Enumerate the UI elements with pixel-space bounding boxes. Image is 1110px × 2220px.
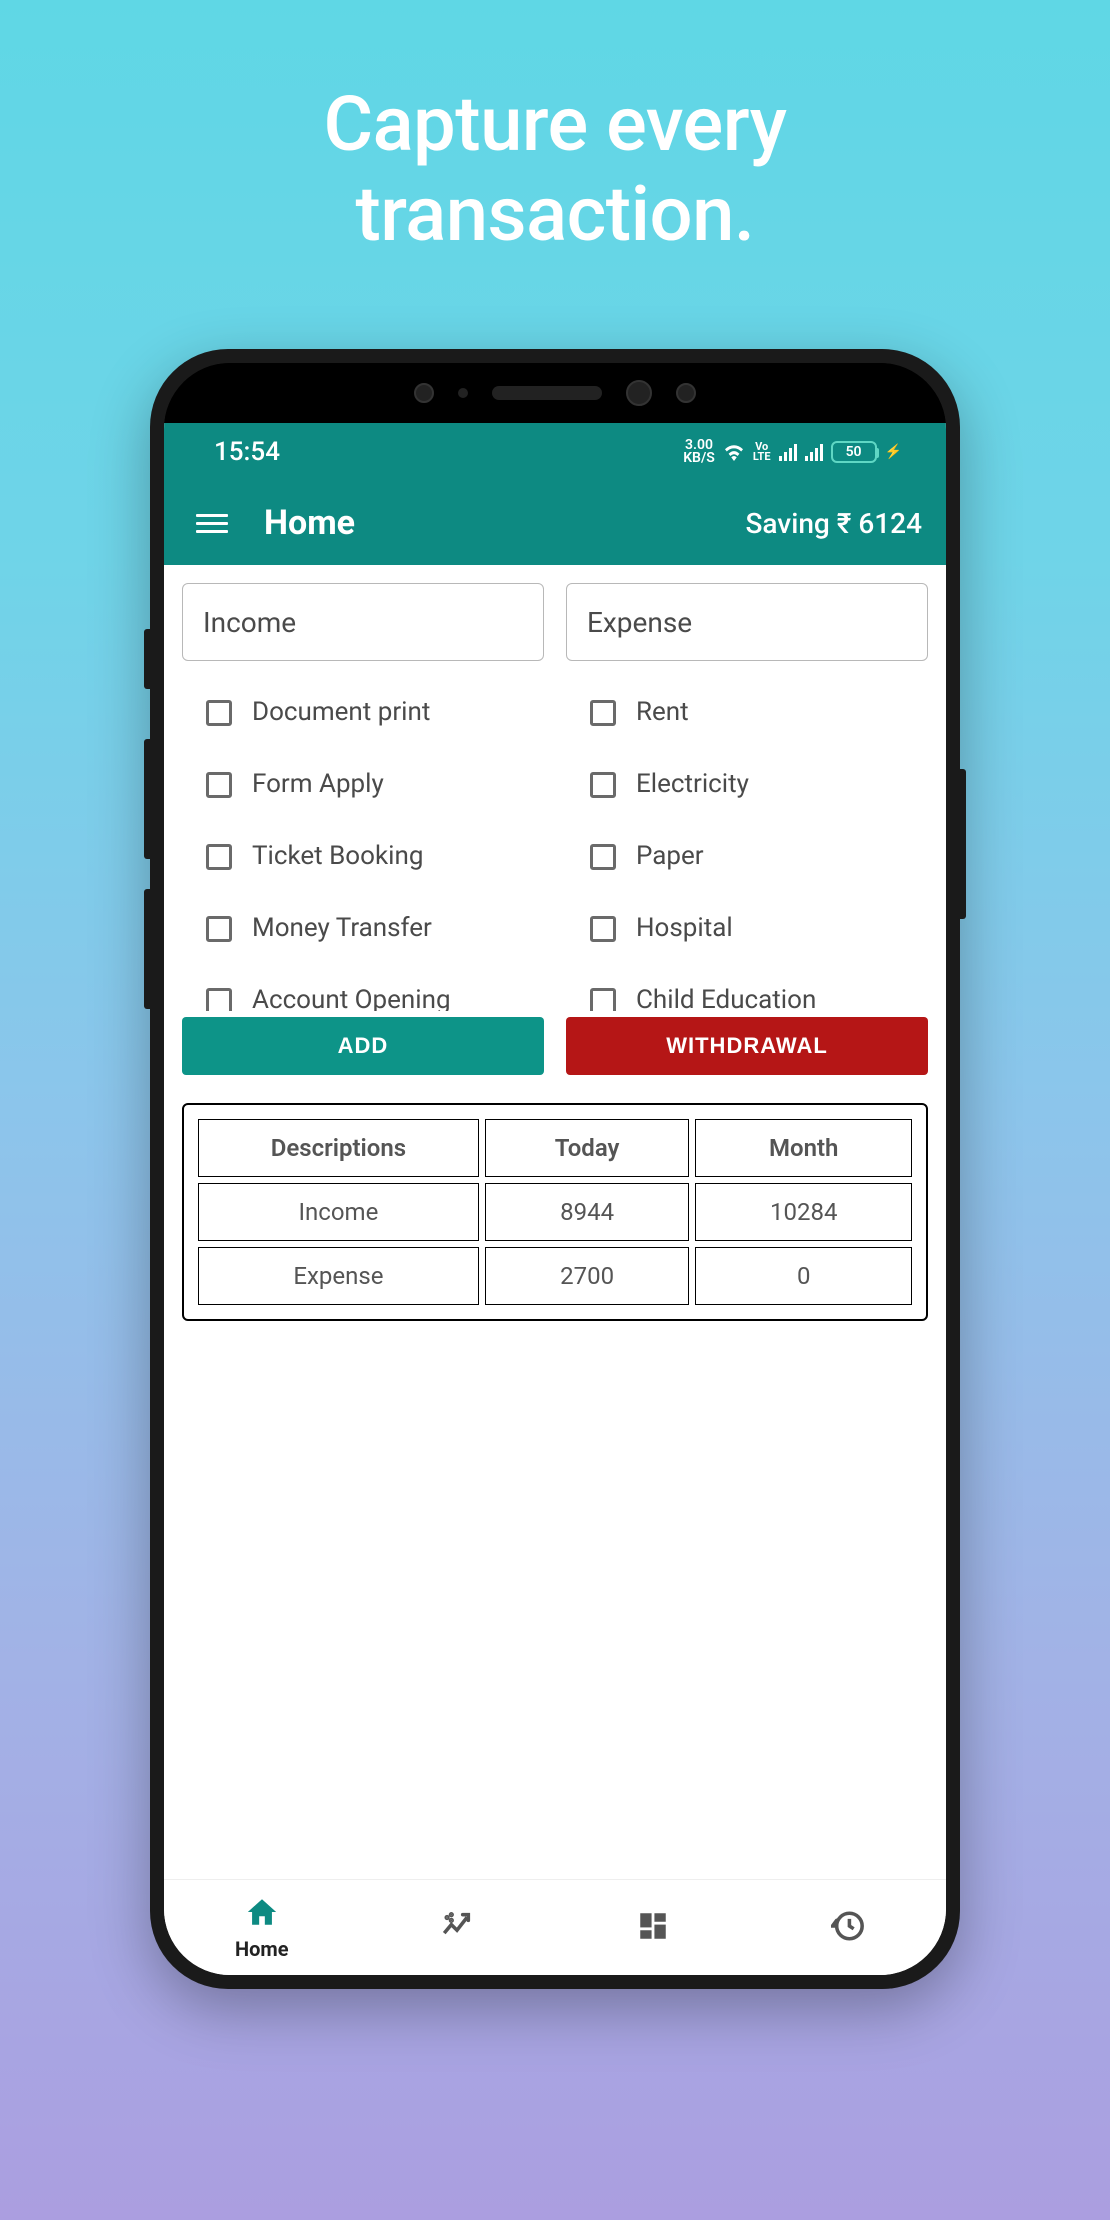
checkbox-icon[interactable] [590, 700, 616, 726]
checkbox-icon[interactable] [206, 772, 232, 798]
checkbox-icon[interactable] [206, 700, 232, 726]
expense-item[interactable]: Rent [566, 677, 928, 749]
menu-icon[interactable] [188, 506, 236, 541]
checkbox-icon[interactable] [206, 916, 232, 942]
income-category-list: Document print Form Apply Ticket Booking… [182, 671, 544, 1011]
checkbox-icon[interactable] [206, 988, 232, 1011]
income-item[interactable]: Ticket Booking [182, 821, 544, 893]
phone-notch [164, 363, 946, 423]
add-button[interactable]: ADD [182, 1017, 544, 1075]
volte-icon: VoLTE [753, 442, 771, 462]
charging-icon: ⚡ [885, 444, 902, 460]
table-cell: 8944 [485, 1183, 690, 1241]
table-cell: 10284 [695, 1183, 912, 1241]
withdrawal-button[interactable]: WITHDRAWAL [566, 1017, 928, 1075]
table-row: Expense 2700 0 [198, 1247, 912, 1305]
expense-input[interactable]: Expense [566, 583, 928, 661]
expense-item[interactable]: Paper [566, 821, 928, 893]
income-item[interactable]: Form Apply [182, 749, 544, 821]
nav-dashboard[interactable] [555, 1880, 751, 1975]
checkbox-icon[interactable] [590, 844, 616, 870]
table-header: Today [485, 1119, 690, 1177]
nav-home-label: Home [235, 1937, 289, 1961]
saving-balance: Saving ₹ 6124 [745, 507, 922, 540]
table-cell: Expense [198, 1247, 479, 1305]
table-row: Descriptions Today Month [198, 1119, 912, 1177]
checkbox-icon[interactable] [590, 916, 616, 942]
promo-tagline: Capture everytransaction. [323, 80, 786, 259]
summary-table: Descriptions Today Month Income 8944 102… [182, 1103, 928, 1321]
battery-icon: 50 [831, 441, 877, 463]
status-time: 15:54 [214, 437, 280, 467]
table-header: Descriptions [198, 1119, 479, 1177]
wifi-icon [723, 443, 745, 461]
nav-home[interactable]: Home [164, 1880, 360, 1975]
status-bar: 15:54 3.00 KB/S VoLTE [164, 423, 946, 481]
expense-category-list: Rent Electricity Paper Hospital Child Ed… [566, 671, 928, 1011]
nav-history[interactable] [751, 1880, 947, 1975]
app-bar: Home Saving ₹ 6124 [164, 481, 946, 565]
expense-item[interactable]: Hospital [566, 893, 928, 965]
page-title: Home [264, 503, 355, 543]
history-icon [831, 1909, 865, 1947]
income-item[interactable]: Document print [182, 677, 544, 749]
table-cell: 0 [695, 1247, 912, 1305]
bottom-nav: Home [164, 1879, 946, 1975]
signal-icon-2 [805, 443, 823, 461]
income-item[interactable]: Account Opening [182, 965, 544, 1011]
table-header: Month [695, 1119, 912, 1177]
nav-analytics[interactable] [360, 1880, 556, 1975]
analytics-icon [440, 1909, 474, 1947]
checkbox-icon[interactable] [206, 844, 232, 870]
table-row: Income 8944 10284 [198, 1183, 912, 1241]
checkbox-icon[interactable] [590, 772, 616, 798]
phone-frame: 15:54 3.00 KB/S VoLTE [150, 349, 960, 1989]
table-cell: Income [198, 1183, 479, 1241]
expense-item[interactable]: Electricity [566, 749, 928, 821]
expense-item[interactable]: Child Education [566, 965, 928, 1011]
network-speed-icon: 3.00 KB/S [683, 439, 715, 466]
table-cell: 2700 [485, 1247, 690, 1305]
income-item[interactable]: Money Transfer [182, 893, 544, 965]
home-icon [245, 1895, 279, 1933]
dashboard-icon [636, 1909, 670, 1947]
checkbox-icon[interactable] [590, 988, 616, 1011]
income-input[interactable]: Income [182, 583, 544, 661]
signal-icon [779, 443, 797, 461]
